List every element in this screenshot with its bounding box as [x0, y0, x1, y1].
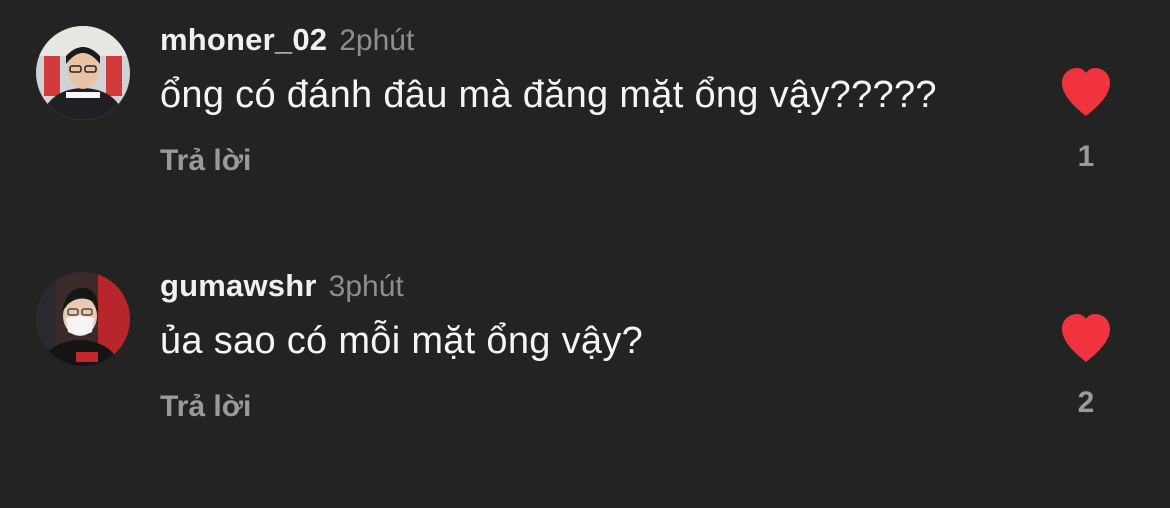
username[interactable]: mhoner_02: [160, 22, 327, 58]
like-count: 2: [1077, 386, 1095, 419]
comments-list: mhoner_02 2phút ổng có đánh đâu mà đăng …: [0, 0, 1170, 508]
timestamp: 2phút: [339, 24, 415, 57]
reply-button[interactable]: Trả lời: [160, 144, 251, 178]
avatar-image: [36, 26, 130, 120]
comment-text: ủa sao có mỗi mặt ổng vậy?: [160, 320, 644, 362]
avatar-image: [36, 272, 130, 366]
like-count: 1: [1077, 140, 1095, 173]
comment-header: gumawshr 3phút: [160, 268, 404, 308]
comment-header: mhoner_02 2phút: [160, 22, 414, 62]
like-button[interactable]: [1058, 312, 1114, 364]
heart-icon: [1062, 68, 1110, 116]
avatar[interactable]: [36, 26, 130, 120]
reply-button[interactable]: Trả lời: [160, 390, 251, 424]
like-button[interactable]: [1058, 66, 1114, 118]
heart-icon: [1062, 314, 1110, 362]
comment-text: ổng có đánh đâu mà đăng mặt ổng vậy?????: [160, 74, 937, 116]
timestamp: 3phút: [328, 270, 404, 303]
avatar[interactable]: [36, 272, 130, 366]
username[interactable]: gumawshr: [160, 268, 317, 304]
